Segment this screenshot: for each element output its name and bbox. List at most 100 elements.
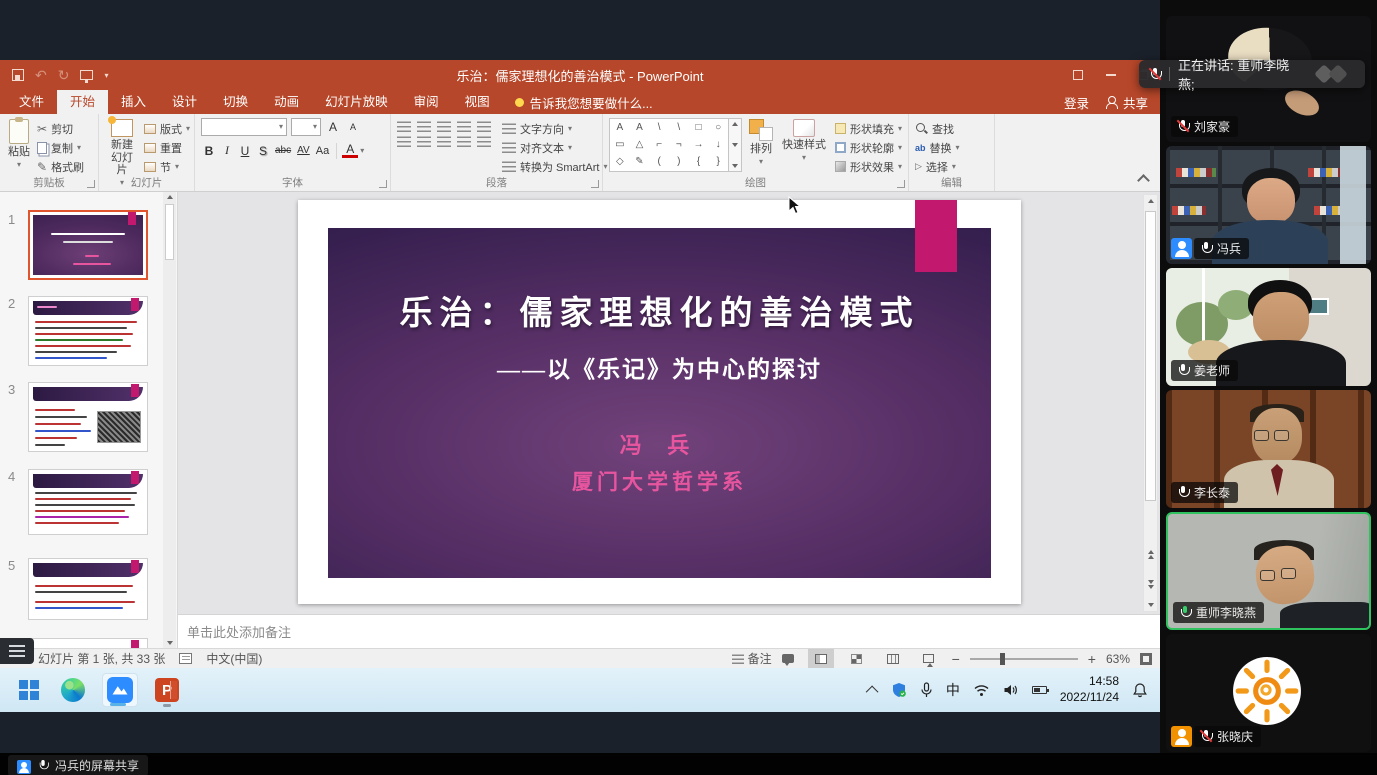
tab-view[interactable]: 视图 [452, 90, 503, 114]
slideshow-view-button[interactable] [916, 649, 942, 669]
spell-check-icon[interactable] [179, 653, 192, 664]
taskbar-clock[interactable]: 14:58 2022/11/24 [1060, 674, 1119, 705]
gallery-down-icon[interactable] [732, 143, 738, 147]
tab-animations[interactable]: 动画 [261, 90, 312, 114]
gallery-more-icon[interactable] [732, 164, 738, 168]
ribbon-display-options-button[interactable] [1061, 60, 1094, 90]
italic-button[interactable]: I [219, 142, 235, 159]
shrink-font-button[interactable]: A [345, 119, 361, 136]
increase-indent-icon[interactable] [457, 121, 471, 132]
font-color-button[interactable]: A [342, 144, 358, 158]
strikethrough-button[interactable]: abc [273, 142, 293, 159]
shape-fill-button[interactable]: 形状填充▾ [835, 120, 902, 137]
shape-scribble-icon[interactable]: ✎ [635, 157, 643, 167]
paragraph-dialog-launcher[interactable] [591, 180, 599, 188]
edge-taskbar-button[interactable] [58, 673, 88, 707]
shape-arrow-line-icon[interactable]: \ [677, 123, 680, 133]
align-center-icon[interactable] [417, 136, 431, 147]
slide-thumbnail-6-partial[interactable] [28, 638, 148, 648]
decrease-indent-icon[interactable] [437, 121, 451, 132]
numbering-icon[interactable] [417, 121, 431, 132]
tab-transitions[interactable]: 切换 [210, 90, 261, 114]
font-name-input[interactable]: ▾ [201, 118, 287, 136]
zoom-out-button[interactable]: − [952, 651, 960, 667]
drawing-dialog-launcher[interactable] [897, 180, 905, 188]
convert-smartart-button[interactable]: 转换为 SmartArt▾ [502, 158, 607, 175]
microphone-tray-icon[interactable] [920, 682, 933, 698]
slide-thumbnail-3[interactable] [28, 382, 148, 452]
change-case-button[interactable]: Aa [314, 142, 331, 159]
start-button[interactable] [14, 673, 44, 707]
clipboard-dialog-launcher[interactable] [87, 180, 95, 188]
powerpoint-taskbar-button[interactable]: P [152, 673, 182, 707]
notification-bell-icon[interactable] [1132, 682, 1148, 698]
shape-outline-button[interactable]: 形状轮廓▾ [835, 139, 902, 156]
participant-tile-active-speaker[interactable]: 重师李晓燕 [1166, 512, 1371, 630]
reset-button[interactable]: 重置 [144, 139, 190, 156]
comments-toggle-button[interactable] [782, 654, 798, 663]
zoom-slider[interactable] [970, 658, 1078, 660]
sign-in-button[interactable]: 登录 [1064, 93, 1089, 112]
tab-insert[interactable]: 插入 [108, 90, 159, 114]
collapse-ribbon-chevron-icon[interactable] [1137, 174, 1150, 187]
find-button[interactable]: 查找 [915, 120, 960, 137]
speaker-icon[interactable] [1003, 683, 1019, 697]
slide-thumbnail-4[interactable] [28, 469, 148, 535]
shape-textbox-icon[interactable]: A [616, 123, 623, 133]
shape-freeform-icon[interactable]: ◇ [616, 157, 624, 167]
line-spacing-icon[interactable] [477, 121, 491, 132]
zoom-in-button[interactable]: + [1088, 651, 1096, 667]
slide-author[interactable]: 冯 兵 [298, 428, 1021, 460]
slide-thumbnail-2[interactable] [28, 296, 148, 366]
undo-icon[interactable]: ↶ [35, 68, 47, 82]
slide-affiliation[interactable]: 厦门大学哲学系 [298, 466, 1021, 496]
scroll-down-icon[interactable] [1148, 603, 1154, 607]
vertical-scrollbar[interactable] [1143, 194, 1158, 612]
thumbnail-scrollbar[interactable] [163, 192, 176, 648]
font-dialog-launcher[interactable] [379, 180, 387, 188]
scrollbar-thumb[interactable] [1145, 211, 1156, 501]
shape-right-arrow-icon[interactable]: → [693, 140, 703, 150]
tab-review[interactable]: 审阅 [401, 90, 452, 114]
share-button[interactable]: 共享 [1105, 93, 1148, 112]
shape-arc-left-icon[interactable]: ( [657, 157, 660, 167]
paste-button[interactable]: 粘贴 ▾ [6, 118, 32, 170]
qat-customize-caret-icon[interactable]: ▾ [104, 71, 108, 80]
character-spacing-button[interactable]: AV [295, 142, 312, 159]
scroll-up-icon[interactable] [167, 195, 173, 199]
slide-thumbnail-5[interactable] [28, 558, 148, 620]
shape-effects-button[interactable]: 形状效果▾ [835, 158, 902, 175]
scroll-up-icon[interactable] [1148, 199, 1154, 203]
meeting-taskbar-button[interactable] [102, 673, 138, 707]
shape-triangle-icon[interactable]: △ [636, 140, 644, 150]
redo-icon[interactable]: ↻ [58, 68, 70, 82]
notes-pane[interactable]: 单击此处添加备注 [178, 614, 1160, 648]
participant-tile[interactable]: 冯兵 [1166, 146, 1371, 264]
slide-subtitle[interactable]: ——以《乐记》为中心的探讨 [298, 350, 1021, 384]
justify-icon[interactable] [457, 136, 471, 147]
gallery-up-icon[interactable] [732, 122, 738, 126]
section-button[interactable]: 节▾ [144, 158, 190, 175]
start-slideshow-icon[interactable] [80, 70, 93, 80]
fit-slide-to-window-button[interactable] [1140, 653, 1152, 665]
battery-icon[interactable] [1032, 686, 1047, 694]
text-shadow-button[interactable]: S [255, 142, 271, 159]
save-icon[interactable] [12, 69, 24, 81]
layout-button[interactable]: 版式▾ [144, 120, 190, 137]
shape-line-icon[interactable]: \ [658, 123, 661, 133]
shape-arc-right-icon[interactable]: ) [677, 157, 680, 167]
notes-toggle-button[interactable]: 备注 [732, 650, 772, 667]
shape-rounded-rect-icon[interactable]: ▭ [615, 140, 624, 150]
align-text-button[interactable]: 对齐文本▾ [502, 139, 607, 156]
copy-button[interactable]: 复制▾ [37, 139, 84, 156]
security-shield-icon[interactable] [891, 682, 907, 698]
slide-sorter-view-button[interactable] [844, 649, 870, 669]
grow-font-button[interactable]: A [325, 119, 341, 136]
meeting-toolbar-handle[interactable] [0, 638, 34, 664]
scrollbar-thumb[interactable] [165, 204, 174, 260]
shape-oval-icon[interactable]: ○ [715, 123, 721, 133]
format-painter-button[interactable]: ✎格式刷 [37, 158, 84, 175]
screen-share-pill[interactable]: 冯兵的屏幕共享 [8, 755, 148, 775]
participant-tile[interactable]: 姜老师 [1166, 268, 1371, 386]
shape-gallery-scroll[interactable] [729, 118, 742, 172]
